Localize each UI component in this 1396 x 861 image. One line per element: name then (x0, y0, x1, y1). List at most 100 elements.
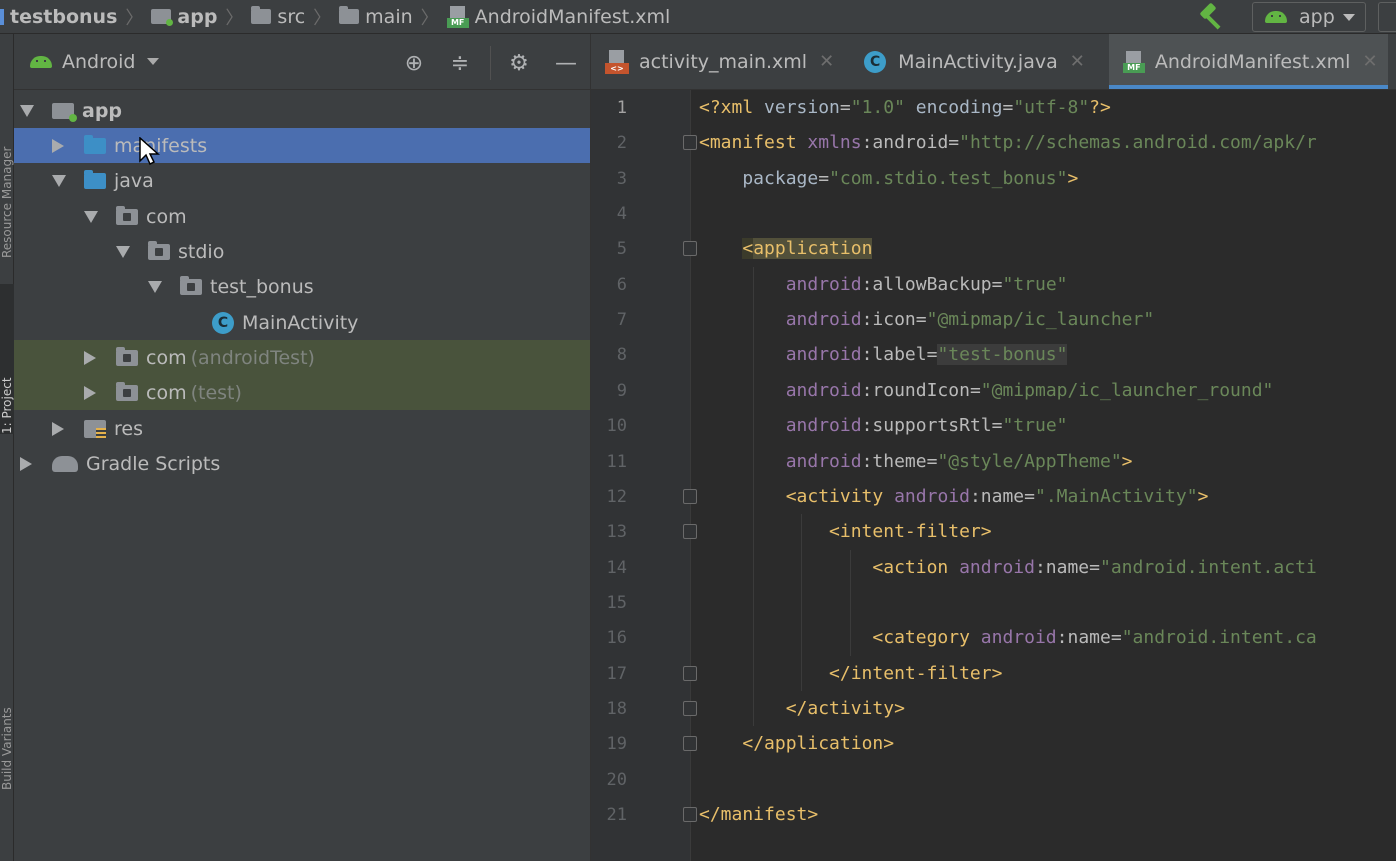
fold-marker-icon[interactable] (683, 807, 697, 822)
breadcrumb-project[interactable]: testbonus 〉 (0, 0, 151, 34)
breadcrumb-label: testbonus (10, 5, 118, 28)
navigation-bar: testbonus 〉 app 〉 src 〉 main 〉 MF Androi… (0, 0, 1396, 34)
expand-arrow-icon[interactable] (148, 280, 162, 293)
line-number: 12 (606, 486, 627, 507)
collapse-arrow-icon[interactable] (52, 421, 64, 436)
line-number: 4 (616, 204, 627, 225)
line-number: 20 (606, 769, 627, 790)
breadcrumb-main[interactable]: main 〉 (339, 0, 446, 34)
tree-item-com[interactable]: com (14, 199, 590, 234)
expand-arrow-icon[interactable] (20, 104, 34, 117)
chevron-right-icon: 〉 (225, 7, 244, 29)
fold-marker-icon[interactable] (683, 241, 697, 257)
indent-guide (850, 549, 851, 656)
fold-marker-icon[interactable] (683, 135, 697, 151)
fold-marker-icon[interactable] (683, 488, 697, 504)
tree-item-res[interactable]: res (14, 411, 590, 446)
gear-icon[interactable]: ⚙ (507, 52, 531, 76)
tree-item-gradle-scripts[interactable]: Gradle Scripts (14, 446, 590, 481)
expand-arrow-icon[interactable] (52, 174, 66, 187)
code-line: <manifest xmlns:android="http://schemas.… (699, 132, 1317, 154)
line-number-gutter[interactable]: 1 2 3 4 5 6 7 8 9 10 11 12 13 14 15 16 17 18 19 20 21 (591, 90, 691, 861)
tab-androidmanifest-xml[interactable]: MF AndroidManifest.xml ✕ (1108, 34, 1388, 89)
line-number: 7 (616, 310, 627, 331)
minimize-icon[interactable]: — (554, 52, 578, 76)
tab-activity-main-xml[interactable]: <> activity_main.xml ✕ (605, 34, 844, 89)
fold-marker-icon[interactable] (683, 736, 697, 752)
chevron-right-icon: 〉 (125, 7, 144, 29)
project-view-selector[interactable]: Android (30, 51, 160, 73)
code-line: <action android:name="android.intent.act… (872, 556, 1317, 578)
tool-window-strip: Resource Manager 1: Project Build Varian… (0, 34, 14, 861)
collapse-all-icon[interactable]: ≑ (448, 52, 472, 76)
collapse-arrow-icon[interactable] (84, 350, 96, 365)
package-icon (116, 381, 138, 401)
project-panel: Android ⊕ ≑ ⚙ — app manifests java com s… (14, 34, 590, 861)
tree-item-label: stdio (178, 240, 225, 263)
locate-file-icon[interactable]: ⊕ (402, 52, 426, 76)
fold-marker-icon[interactable] (683, 700, 697, 716)
editor-tab-bar: <> activity_main.xml ✕ C MainActivity.ja… (591, 34, 1396, 90)
tree-item-label: com (146, 205, 187, 228)
expand-arrow-icon[interactable] (116, 245, 130, 258)
module-folder-icon (52, 102, 77, 122)
breadcrumb-src[interactable]: src 〉 (251, 0, 339, 34)
device-dropdown[interactable] (1378, 2, 1396, 32)
package-icon (180, 275, 202, 295)
expand-arrow-icon[interactable] (84, 210, 98, 223)
manifest-file-icon: MF (1122, 50, 1145, 73)
code-line: android:theme="@style/AppTheme"> (785, 450, 1133, 472)
tree-item-java[interactable]: java (14, 163, 590, 198)
code-line: </activity> (785, 697, 905, 719)
fold-marker-icon[interactable] (683, 524, 697, 540)
tab-mainactivity-java[interactable]: C MainActivity.java ✕ (864, 34, 1095, 89)
class-icon: C (864, 50, 887, 73)
line-number: 11 (606, 451, 627, 472)
line-number: 10 (606, 416, 627, 437)
line-number: 21 (606, 805, 627, 825)
breadcrumb-manifest[interactable]: MF AndroidManifest.xml (446, 0, 670, 34)
tab-resource-manager[interactable]: Resource Manager (0, 68, 14, 258)
chevron-right-icon: 〉 (420, 7, 439, 29)
tab-build-variants[interactable]: Build Variants (0, 630, 14, 790)
tree-item-label: res (114, 417, 143, 440)
breadcrumb-app[interactable]: app 〉 (151, 0, 251, 34)
tree-item-label: com (146, 346, 187, 369)
line-number: 13 (606, 522, 627, 543)
line-number: 16 (606, 628, 627, 649)
code-line: android:roundIcon="@mipmap/ic_launcher_r… (785, 379, 1274, 401)
tree-item-com-androidtest[interactable]: com (androidTest) (14, 340, 590, 375)
tab-label: AndroidManifest.xml (1154, 50, 1351, 73)
android-icon (30, 55, 52, 68)
close-icon[interactable]: ✕ (819, 51, 834, 72)
run-configuration-dropdown[interactable]: app (1252, 2, 1366, 32)
tree-item-com-test[interactable]: com (test) (14, 375, 590, 410)
collapse-arrow-icon[interactable] (20, 456, 32, 471)
module-folder-icon (151, 9, 174, 26)
tree-item-label: com (146, 381, 187, 404)
tree-item-label: MainActivity (242, 311, 359, 334)
package-icon (116, 346, 138, 366)
tree-item-app[interactable]: app (14, 93, 590, 128)
collapse-arrow-icon[interactable] (52, 138, 64, 153)
fold-marker-icon[interactable] (683, 665, 697, 681)
package-icon (148, 240, 170, 260)
tree-item-test-bonus[interactable]: test_bonus (14, 269, 590, 304)
chevron-down-icon (1343, 13, 1355, 21)
code-line: android:icon="@mipmap/ic_launcher" (785, 309, 1155, 331)
tab-project[interactable]: 1: Project (0, 284, 14, 434)
breadcrumb-label: main (365, 5, 413, 28)
indent-guide (690, 832, 691, 861)
close-icon[interactable]: ✕ (1362, 51, 1377, 72)
collapse-arrow-icon[interactable] (84, 385, 96, 400)
line-number: 5 (616, 239, 627, 260)
line-number: 17 (606, 663, 627, 684)
close-icon[interactable]: ✕ (1070, 51, 1085, 72)
tree-item-mainactivity[interactable]: C MainActivity (14, 305, 590, 340)
chevron-down-icon (147, 58, 160, 65)
xml-file-icon: <> (605, 49, 629, 74)
tree-item-stdio[interactable]: stdio (14, 234, 590, 269)
build-hammer-icon[interactable] (1196, 2, 1226, 31)
tree-item-manifests[interactable]: manifests (14, 128, 590, 163)
breadcrumb-label: src (277, 5, 306, 28)
